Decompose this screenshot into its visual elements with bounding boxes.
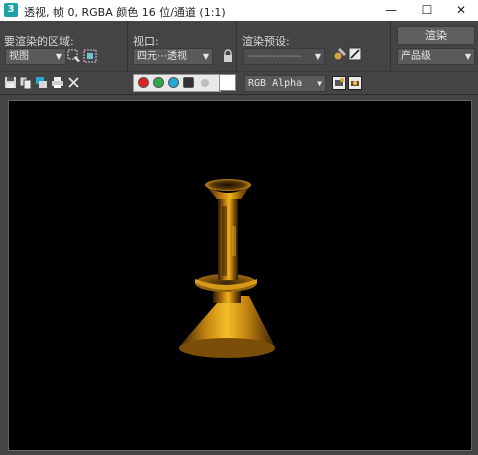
title-bar[interactable]: 3 透视, 帧 0, RGBA 颜色 16 位/通道 (1:1) — ☐ ✕ — [0, 0, 478, 21]
render-quality-value: 产品级 — [401, 51, 431, 62]
separator — [236, 21, 237, 71]
monochrome-toggle[interactable] — [201, 79, 209, 87]
rendered-image-viewport[interactable] — [8, 100, 472, 451]
clear-icon[interactable] — [67, 76, 80, 89]
viewport-dropdown[interactable]: 四元⋯透视 ▼ — [133, 48, 213, 65]
clone-frame-window-icon[interactable] — [35, 76, 48, 89]
separator — [390, 21, 391, 71]
copy-image-icon[interactable] — [19, 76, 32, 89]
chevron-down-icon: ▼ — [464, 52, 471, 61]
app-icon: 3 — [4, 3, 18, 17]
separator — [127, 21, 128, 71]
render-preset-dropdown[interactable]: --------------- ▼ — [243, 48, 325, 65]
window-title: 透视, 帧 0, RGBA 颜色 16 位/通道 (1:1) — [24, 6, 226, 19]
area-to-render-label: 要渲染的区域: — [4, 35, 74, 48]
render-preset-label: 渲染预设: — [242, 35, 290, 48]
channel-display-dropdown[interactable]: RGB Alpha ▼ — [244, 75, 326, 92]
area-to-render-value: 视图 — [9, 51, 29, 62]
environment-settings-icon[interactable] — [333, 47, 347, 61]
edit-region-icon[interactable] — [67, 49, 81, 63]
render-setup-icon[interactable] — [348, 47, 362, 61]
rendered-candlestick-image — [179, 179, 275, 358]
chevron-down-icon: ▼ — [202, 52, 209, 61]
viewport-label: 视口: — [133, 35, 159, 48]
viewport-value: 四元⋯透视 — [137, 51, 187, 62]
chevron-down-icon: ▼ — [314, 52, 321, 61]
channel-display-value: RGB Alpha — [248, 78, 303, 89]
close-button[interactable]: ✕ — [444, 0, 478, 21]
render-quality-dropdown[interactable]: 产品级 ▼ — [397, 48, 475, 65]
chevron-down-icon: ▼ — [317, 79, 322, 88]
red-channel-toggle[interactable] — [138, 77, 149, 88]
render-button[interactable]: 渲染 — [397, 26, 475, 45]
minimize-button[interactable]: — — [374, 0, 408, 21]
render-frame-window: 3 透视, 帧 0, RGBA 颜色 16 位/通道 (1:1) — ☐ ✕ 要… — [0, 0, 478, 455]
toggle-ui-icon[interactable] — [348, 76, 362, 90]
channel-toggle-group — [133, 74, 221, 92]
lock-icon[interactable] — [221, 49, 235, 63]
save-image-icon[interactable] — [4, 76, 17, 89]
maximize-button[interactable]: ☐ — [410, 0, 444, 21]
blue-channel-toggle[interactable] — [168, 77, 179, 88]
auto-region-icon[interactable] — [83, 49, 97, 63]
green-channel-toggle[interactable] — [153, 77, 164, 88]
render-preset-value: --------------- — [247, 51, 302, 62]
background-color-swatch[interactable] — [219, 74, 236, 91]
chevron-down-icon: ▼ — [55, 52, 62, 61]
toggle-ui-overlay-icon[interactable] — [332, 76, 346, 90]
alpha-channel-toggle[interactable] — [183, 77, 194, 88]
print-image-icon[interactable] — [51, 76, 64, 89]
area-to-render-dropdown[interactable]: 视图 ▼ — [5, 48, 66, 65]
